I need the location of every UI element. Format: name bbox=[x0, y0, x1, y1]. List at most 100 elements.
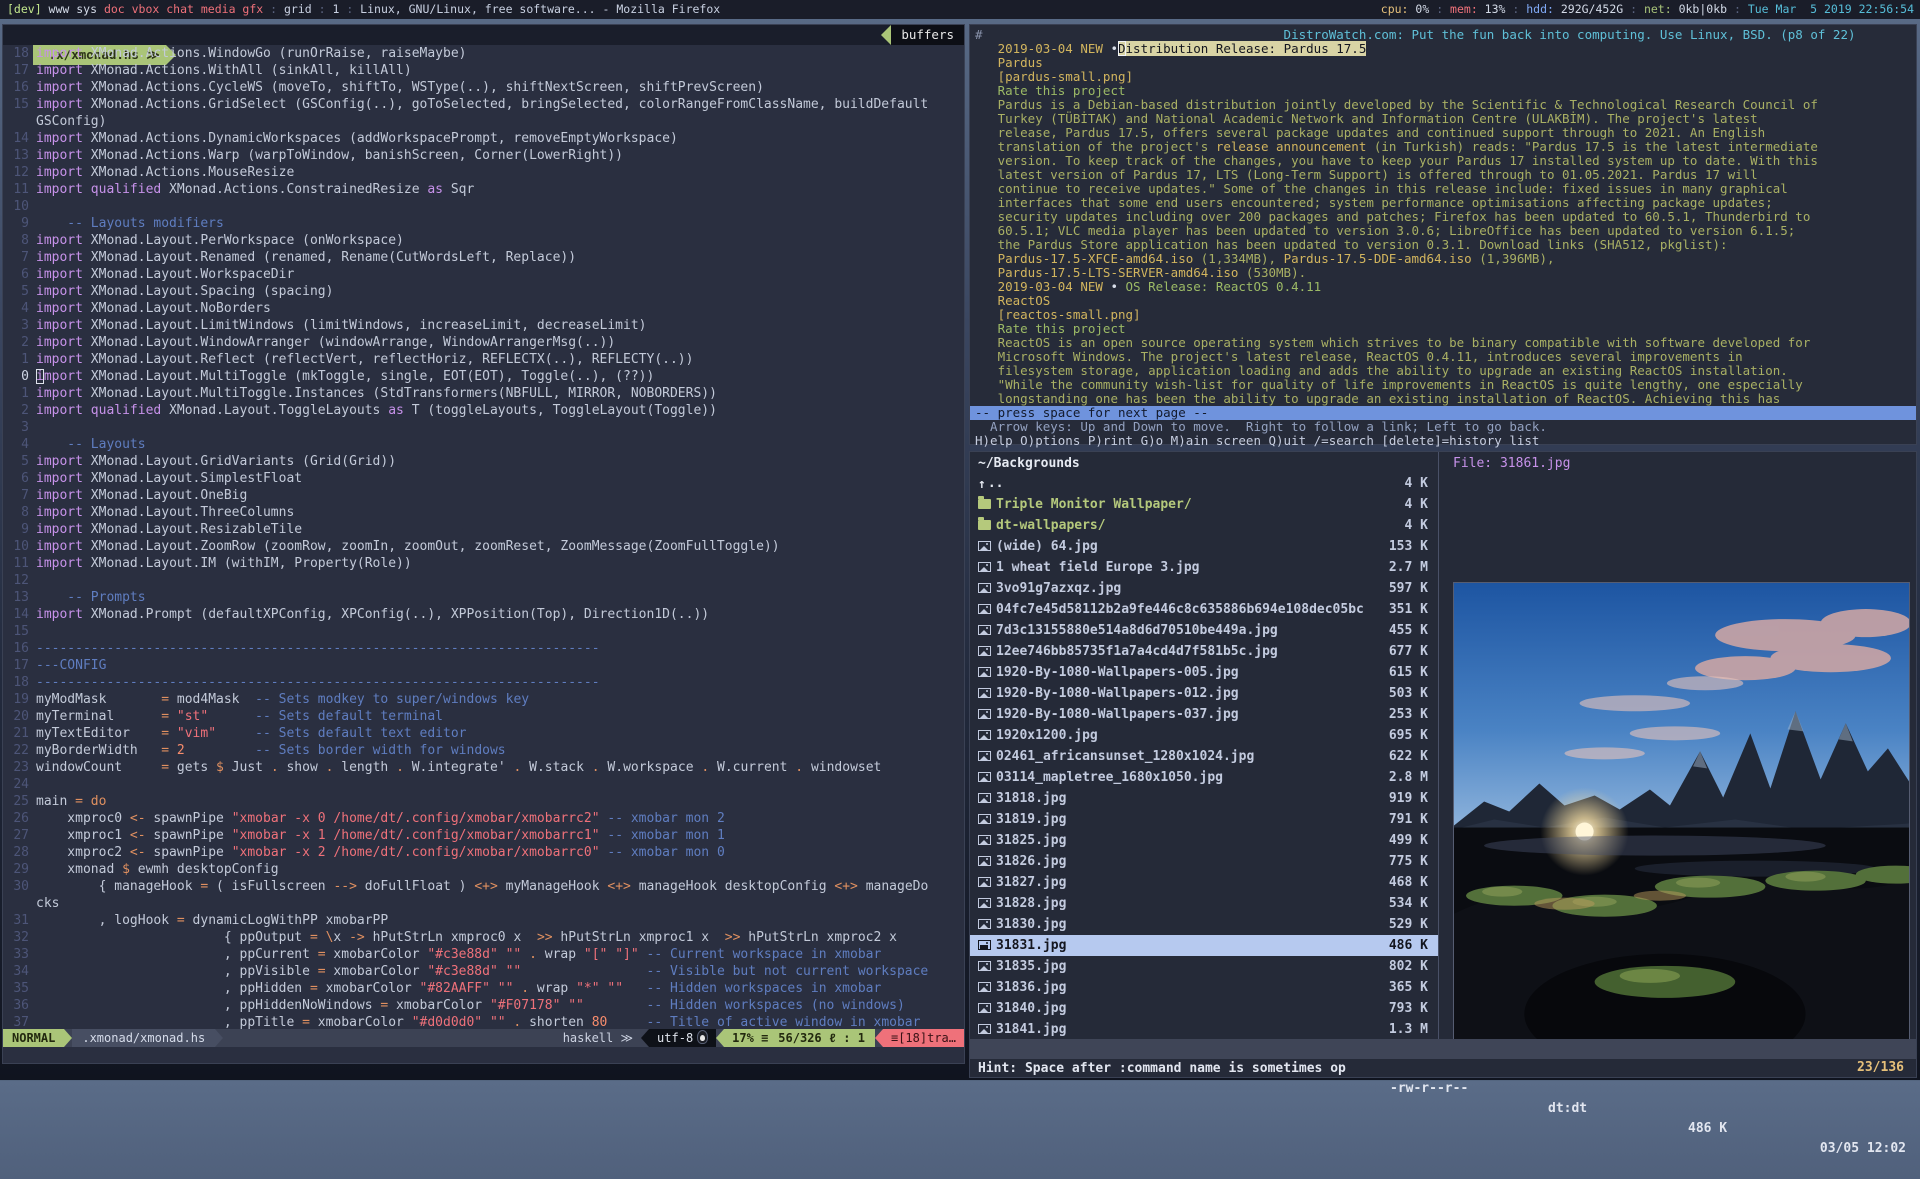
file-row[interactable]: 3vo91g7azxqz.jpg597 K bbox=[970, 578, 1438, 599]
file-row[interactable]: 1 wheat field Europe 3.jpg2.7 M bbox=[970, 557, 1438, 578]
code-line[interactable]: 30 { manageHook = ( isFullscreen --> doF… bbox=[3, 878, 964, 895]
code-line[interactable]: 15 bbox=[3, 623, 964, 640]
file-row[interactable]: (wide) 64.jpg153 K bbox=[970, 536, 1438, 557]
hyperlink-line[interactable]: 2019-03-04 NEW • OS Release: ReactOS 0.4… bbox=[970, 280, 1916, 294]
vifm-command-line[interactable]: 23/136 bbox=[970, 1059, 1916, 1077]
code-line[interactable]: 1import XMonad.Layout.MultiToggle.Instan… bbox=[3, 385, 964, 402]
code-line[interactable]: 27 xmproc1 <- spawnPipe "xmobar -x 1 /ho… bbox=[3, 827, 964, 844]
code-line[interactable]: 14import XMonad.Prompt (defaultXPConfig,… bbox=[3, 606, 964, 623]
file-row[interactable]: 7d3c13155880e514a8d6d70510be449a.jpg455 … bbox=[970, 620, 1438, 641]
hyperlink-line[interactable]: [reactos-small.png] bbox=[970, 308, 1916, 322]
code-line[interactable]: 34 , ppVisible = xmobarColor "#c3e88d" "… bbox=[3, 963, 964, 980]
file-row[interactable]: 1920x1200.jpg695 K bbox=[970, 725, 1438, 746]
code-line[interactable]: 9 -- Layouts modifiers bbox=[3, 215, 964, 232]
code-line[interactable]: 13 -- Prompts bbox=[3, 589, 964, 606]
code-line[interactable]: 35 , ppHidden = xmobarColor "#82AAFF" ""… bbox=[3, 980, 964, 997]
code-line[interactable]: 4 -- Layouts bbox=[3, 436, 964, 453]
code-line[interactable]: 10import XMonad.Layout.ZoomRow (zoomRow,… bbox=[3, 538, 964, 555]
code-line[interactable]: 5import XMonad.Layout.GridVariants (Grid… bbox=[3, 453, 964, 470]
hyperlink-line[interactable]: Pardus-17.5-LTS-SERVER-amd64.iso (530MB)… bbox=[970, 266, 1916, 280]
code-line[interactable]: 31 , logHook = dynamicLogWithPP xmobarPP bbox=[3, 912, 964, 929]
hyperlink-line[interactable]: Rate this project bbox=[970, 322, 1916, 336]
hyperlink-line[interactable]: 2019-03-04 NEW •Distribution Release: Pa… bbox=[970, 42, 1916, 56]
code-line[interactable]: 22myBorderWidth = 2 -- Sets border width… bbox=[3, 742, 964, 759]
code-line[interactable]: 17import XMonad.Actions.WithAll (sinkAll… bbox=[3, 62, 964, 79]
code-line[interactable]: 8import XMonad.Layout.ThreeColumns bbox=[3, 504, 964, 521]
code-line[interactable]: 24 bbox=[3, 776, 964, 793]
file-row[interactable]: 31828.jpg534 K bbox=[970, 893, 1438, 914]
code-line[interactable]: 12 bbox=[3, 572, 964, 589]
file-row[interactable]: 31818.jpg919 K bbox=[970, 788, 1438, 809]
file-row[interactable]: 1920-By-1080-Wallpapers-037.jpg253 K bbox=[970, 704, 1438, 725]
code-line[interactable]: 23windowCount = gets $ Just . show . len… bbox=[3, 759, 964, 776]
code-line[interactable]: 3import XMonad.Layout.LimitWindows (limi… bbox=[3, 317, 964, 334]
file-row[interactable]: 31835.jpg802 K bbox=[970, 956, 1438, 977]
code-line[interactable]: 36 , ppHiddenNoWindows = xmobarColor "#F… bbox=[3, 997, 964, 1014]
file-row[interactable]: dt-wallpapers/4 K bbox=[970, 515, 1438, 536]
code-line[interactable]: 16--------------------------------------… bbox=[3, 640, 964, 657]
tab-buffers[interactable]: buffers bbox=[891, 25, 964, 45]
hyperlink-line[interactable]: [pardus-small.png] bbox=[970, 70, 1916, 84]
code-line[interactable]: 8import XMonad.Layout.PerWorkspace (onWo… bbox=[3, 232, 964, 249]
code-line[interactable]: 11import qualified XMonad.Actions.Constr… bbox=[3, 181, 964, 198]
code-line[interactable]: 15import XMonad.Actions.GridSelect (GSCo… bbox=[3, 96, 964, 113]
file-row[interactable]: 31840.jpg793 K bbox=[970, 998, 1438, 1019]
code-line[interactable]: 33 , ppCurrent = xmobarColor "#c3e88d" "… bbox=[3, 946, 964, 963]
code-line[interactable]: 0import XMonad.Layout.MultiToggle (mkTog… bbox=[3, 368, 964, 385]
code-line[interactable]: 3 bbox=[3, 419, 964, 436]
file-row[interactable]: 31841.jpg1.3 M bbox=[970, 1019, 1438, 1040]
file-row[interactable]: 1920-By-1080-Wallpapers-005.jpg615 K bbox=[970, 662, 1438, 683]
file-row[interactable]: 31819.jpg791 K bbox=[970, 809, 1438, 830]
code-line[interactable]: 20myTerminal = "st" -- Sets default term… bbox=[3, 708, 964, 725]
code-line[interactable]: cks bbox=[3, 895, 964, 912]
file-row[interactable]: 1920-By-1080-Wallpapers-012.jpg503 K bbox=[970, 683, 1438, 704]
code-line[interactable]: 10 bbox=[3, 198, 964, 215]
hyperlink-line[interactable]: ReactOS bbox=[970, 294, 1916, 308]
code-line[interactable]: GSConfig) bbox=[3, 113, 964, 130]
code-line[interactable]: 12import XMonad.Actions.MouseResize bbox=[3, 164, 964, 181]
file-row[interactable]: 31827.jpg468 K bbox=[970, 872, 1438, 893]
code-line[interactable]: 18import XMonad.Actions.WindowGo (runOrR… bbox=[3, 45, 964, 62]
code-line[interactable]: 7import XMonad.Layout.OneBig bbox=[3, 487, 964, 504]
code-line[interactable]: 2import qualified XMonad.Layout.ToggleLa… bbox=[3, 402, 964, 419]
code-line[interactable]: 6import XMonad.Layout.WorkspaceDir bbox=[3, 266, 964, 283]
code-line[interactable]: 9import XMonad.Layout.ResizableTile bbox=[3, 521, 964, 538]
code-line[interactable]: 4import XMonad.Layout.NoBorders bbox=[3, 300, 964, 317]
hyperlink-line[interactable]: Pardus-17.5-XFCE-amd64.iso (1,334MB), Pa… bbox=[970, 252, 1916, 266]
hyperlink-line[interactable]: Rate this project bbox=[970, 84, 1916, 98]
code-line[interactable]: 7import XMonad.Layout.Renamed (renamed, … bbox=[3, 249, 964, 266]
code-line[interactable]: 2import XMonad.Layout.WindowArranger (wi… bbox=[3, 334, 964, 351]
file-row[interactable]: ↑..4 K bbox=[970, 473, 1438, 494]
file-row[interactable]: 12ee746bb85735f1a7a4cd4d7f581b5c.jpg677 … bbox=[970, 641, 1438, 662]
file-row[interactable]: Triple Monitor Wallpaper/4 K bbox=[970, 494, 1438, 515]
code-line[interactable]: 32 { ppOutput = \x -> hPutStrLn xmproc0 … bbox=[3, 929, 964, 946]
code-line[interactable]: 21myTextEditor = "vim" -- Sets default t… bbox=[3, 725, 964, 742]
code-line[interactable]: 6import XMonad.Layout.SimplestFloat bbox=[3, 470, 964, 487]
file-row[interactable]: 02461_africansunset_1280x1024.jpg622 K bbox=[970, 746, 1438, 767]
file-row[interactable]: 04fc7e45d58112b2a9fe446c8c635886b694e108… bbox=[970, 599, 1438, 620]
code-line[interactable]: 14import XMonad.Actions.DynamicWorkspace… bbox=[3, 130, 964, 147]
hyperlink-line[interactable]: Pardus bbox=[970, 56, 1916, 70]
file-row[interactable]: 31830.jpg529 K bbox=[970, 914, 1438, 935]
file-row[interactable]: 31825.jpg499 K bbox=[970, 830, 1438, 851]
code-line[interactable]: 17---CONFIG bbox=[3, 657, 964, 674]
code-line[interactable]: 11import XMonad.Layout.IM (withIM, Prope… bbox=[3, 555, 964, 572]
code-line[interactable]: 5import XMonad.Layout.Spacing (spacing) bbox=[3, 283, 964, 300]
code-line[interactable]: 16import XMonad.Actions.CycleWS (moveTo,… bbox=[3, 79, 964, 96]
xmobar-workspaces[interactable]: [dev] www sys doc vbox chat media gfx : … bbox=[7, 0, 720, 19]
buffers-tab-group[interactable]: buffers bbox=[881, 25, 964, 45]
code-line[interactable]: 13import XMonad.Actions.Warp (warpToWind… bbox=[3, 147, 964, 164]
code-line[interactable]: 25main = do bbox=[3, 793, 964, 810]
vim-command-line[interactable] bbox=[3, 1047, 964, 1063]
code-line[interactable]: 1import XMonad.Layout.Reflect (reflectVe… bbox=[3, 351, 964, 368]
code-line[interactable]: 26 xmproc0 <- spawnPipe "xmobar -x 0 /ho… bbox=[3, 810, 964, 827]
file-row[interactable]: 31826.jpg775 K bbox=[970, 851, 1438, 872]
file-row[interactable]: 31836.jpg365 K bbox=[970, 977, 1438, 998]
code-line[interactable]: 28 xmproc2 <- spawnPipe "xmobar -x 2 /ho… bbox=[3, 844, 964, 861]
file-row[interactable]: 03114_mapletree_1680x1050.jpg2.8 M bbox=[970, 767, 1438, 788]
code-line[interactable]: 18--------------------------------------… bbox=[3, 674, 964, 691]
file-list[interactable]: ↑..4 KTriple Monitor Wallpaper/4 Kdt-wal… bbox=[970, 473, 1438, 1040]
code-line[interactable]: 29 xmonad $ ewmh desktopConfig bbox=[3, 861, 964, 878]
file-row-selected[interactable]: 31831.jpg486 K bbox=[970, 935, 1438, 956]
code-editor-area[interactable]: 18import XMonad.Actions.WindowGo (runOrR… bbox=[3, 45, 964, 1031]
